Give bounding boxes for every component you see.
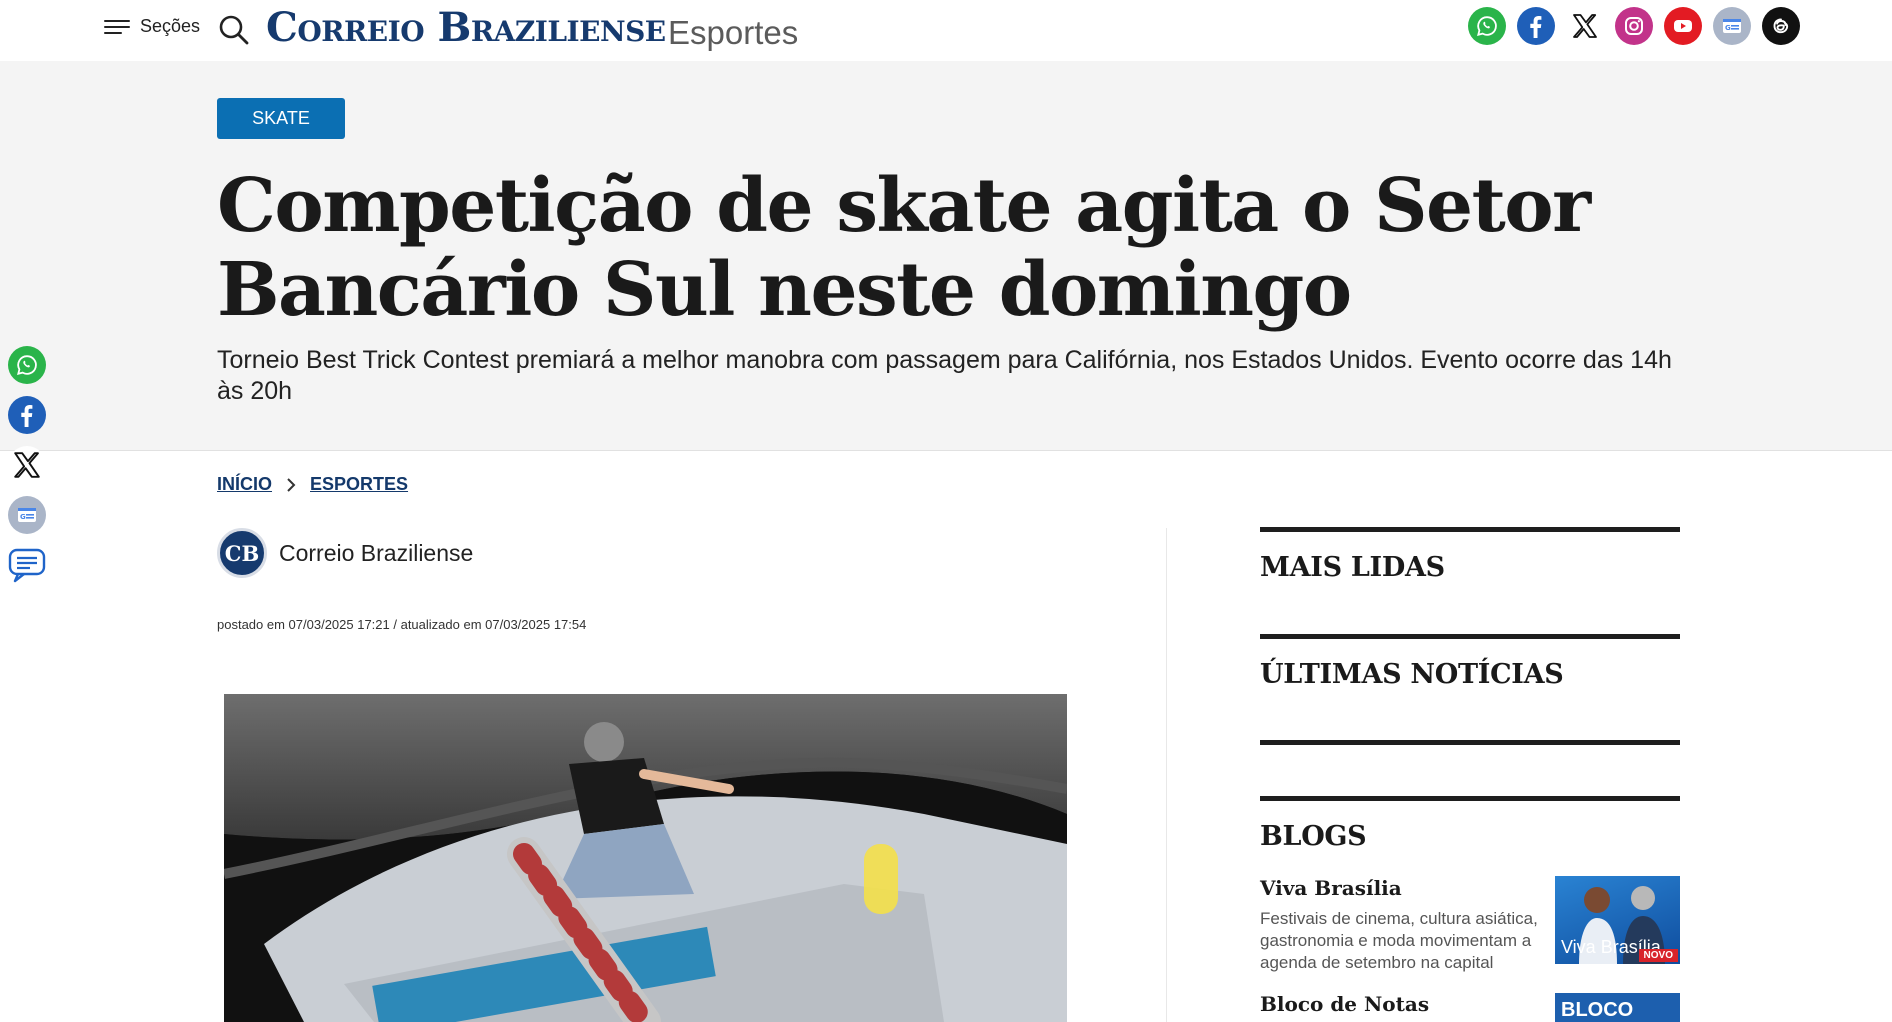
site-header: Seções Correio Braziliense Esportes G bbox=[0, 0, 1892, 61]
blogs-title[interactable]: BLOGS bbox=[1260, 821, 1680, 852]
site-logo[interactable]: Correio Braziliense bbox=[266, 4, 666, 51]
section-rule bbox=[1260, 527, 1680, 532]
author-byline[interactable]: CB Correio Braziliense bbox=[217, 528, 473, 578]
google-news-icon[interactable]: G bbox=[1713, 7, 1751, 45]
sections-menu-label: Seções bbox=[140, 16, 201, 36]
chevron-right-icon bbox=[287, 477, 296, 492]
x-icon[interactable] bbox=[1566, 7, 1604, 45]
whatsapp-icon[interactable] bbox=[1468, 7, 1506, 45]
column-divider bbox=[1166, 528, 1167, 1022]
article-dateline: postado em 07/03/2025 17:21 / atualizado… bbox=[217, 617, 587, 632]
breadcrumb-section-link[interactable]: ESPORTES bbox=[310, 474, 408, 495]
article-headline: Competição de skate agita o Setor Bancár… bbox=[217, 163, 1591, 333]
breadcrumb: INÍCIO ESPORTES bbox=[217, 474, 408, 495]
article-hero: SKATE Competição de skate agita o Setor … bbox=[0, 61, 1892, 451]
section-rule bbox=[1260, 796, 1680, 801]
section-name[interactable]: Esportes bbox=[668, 14, 798, 52]
sections-menu-button[interactable]: Seções bbox=[104, 16, 200, 37]
article-subhead: Torneio Best Trick Contest premiará a me… bbox=[217, 346, 1672, 405]
new-badge: NOVO bbox=[1638, 949, 1678, 962]
youtube-icon[interactable] bbox=[1664, 7, 1702, 45]
threads-icon[interactable] bbox=[1762, 7, 1800, 45]
svg-text:G: G bbox=[20, 513, 26, 521]
category-tag[interactable]: SKATE bbox=[217, 98, 345, 139]
blog-item[interactable]: Bloco de Notas BLOCO bbox=[1260, 992, 1680, 1022]
blog-description[interactable]: Festivais de cinema, cultura asiática, g… bbox=[1260, 908, 1545, 974]
hamburger-icon bbox=[104, 17, 132, 37]
facebook-icon[interactable] bbox=[1517, 7, 1555, 45]
search-icon[interactable] bbox=[218, 14, 250, 46]
most-read-section: MAIS LIDAS bbox=[1260, 527, 1680, 583]
header-social-links: G bbox=[1468, 7, 1800, 45]
x-icon[interactable] bbox=[8, 446, 46, 484]
breadcrumb-home-link[interactable]: INÍCIO bbox=[217, 474, 272, 495]
blogs-section: BLOGS bbox=[1260, 796, 1680, 852]
section-rule bbox=[1260, 634, 1680, 639]
latest-news-section: ÚLTIMAS NOTÍCIAS bbox=[1260, 634, 1680, 690]
latest-news-title[interactable]: ÚLTIMAS NOTÍCIAS bbox=[1260, 659, 1680, 690]
author-avatar: CB bbox=[217, 528, 267, 578]
facebook-icon[interactable] bbox=[8, 396, 46, 434]
article-main-photo[interactable] bbox=[224, 694, 1067, 1022]
section-rule bbox=[1260, 740, 1680, 745]
blog-thumbnail-text: BLOCO bbox=[1561, 999, 1634, 1021]
whatsapp-icon[interactable] bbox=[8, 346, 46, 384]
blog-item[interactable]: Viva Brasília Festivais de cinema, cultu… bbox=[1260, 876, 1680, 974]
blog-thumbnail[interactable]: BLOCO bbox=[1555, 993, 1680, 1022]
share-rail: G bbox=[8, 346, 46, 584]
svg-text:G: G bbox=[1725, 24, 1731, 32]
page: Seções Correio Braziliense Esportes G SK… bbox=[0, 0, 1892, 1022]
author-name: Correio Braziliense bbox=[279, 539, 474, 566]
comments-icon[interactable] bbox=[8, 546, 46, 584]
google-news-icon[interactable]: G bbox=[8, 496, 46, 534]
instagram-icon[interactable] bbox=[1615, 7, 1653, 45]
most-read-title[interactable]: MAIS LIDAS bbox=[1260, 552, 1680, 583]
blog-thumbnail[interactable]: Viva Brasília NOVO bbox=[1555, 876, 1680, 964]
